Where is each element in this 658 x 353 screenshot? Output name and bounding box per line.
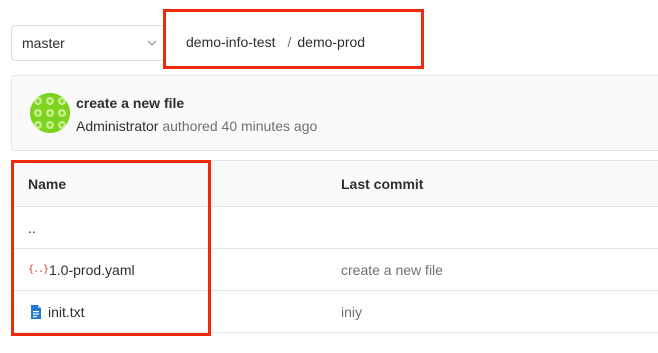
commit-action: authored bbox=[162, 118, 218, 134]
file-commit-message[interactable]: iniy bbox=[341, 304, 658, 320]
header-last-commit: Last commit bbox=[341, 175, 424, 192]
commit-time: 40 minutes ago bbox=[221, 118, 318, 134]
branch-select-value: master bbox=[22, 35, 65, 51]
commit-meta: Administrator authored 40 minutes ago bbox=[76, 118, 317, 134]
branch-select[interactable]: master bbox=[11, 25, 165, 61]
file-commit-message[interactable]: create a new file bbox=[341, 262, 658, 278]
chevron-down-icon bbox=[147, 40, 157, 46]
last-commit-panel: create a new file Administrator authored… bbox=[11, 75, 658, 151]
commit-title-link[interactable]: create a new file bbox=[76, 95, 184, 111]
commit-author-link[interactable]: Administrator bbox=[76, 118, 158, 134]
breadcrumb-highlight-box bbox=[163, 9, 424, 69]
avatar[interactable] bbox=[30, 93, 70, 133]
file-list-highlight-box bbox=[11, 160, 211, 336]
